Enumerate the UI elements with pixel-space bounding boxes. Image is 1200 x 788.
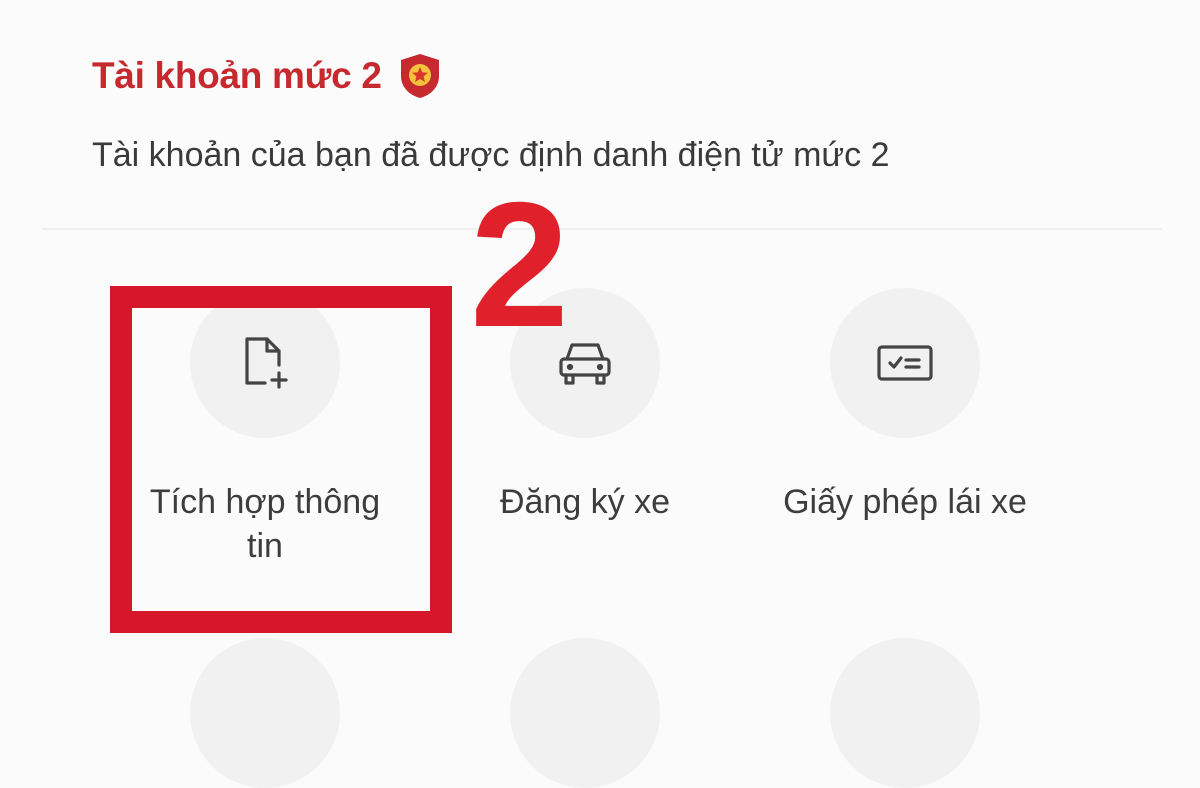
service-icon-circle-next-row[interactable] xyxy=(830,638,980,788)
service-icon-circle-next-row[interactable] xyxy=(190,638,340,788)
service-icon-circle xyxy=(830,288,980,438)
service-label: Giấy phép lái xe xyxy=(783,483,1027,521)
service-label: Đăng ký xe xyxy=(499,483,671,521)
service-label: Tích hợp thông tin xyxy=(149,483,381,565)
annotation-step-number: 2 xyxy=(470,165,569,364)
section-divider xyxy=(42,228,1162,230)
document-add-icon xyxy=(245,337,288,389)
shield-star-icon xyxy=(400,54,439,98)
service-tile-driving-license[interactable]: Giấy phép lái xe xyxy=(745,288,1065,524)
service-tile-integrate-info[interactable]: Tích hợp thông tin xyxy=(105,288,425,568)
account-level-title: Tài khoản mức 2 xyxy=(92,55,382,96)
service-icon-circle-next-row[interactable] xyxy=(510,638,660,788)
license-card-icon xyxy=(877,345,933,381)
service-icon-circle xyxy=(190,288,340,438)
account-level-header: Tài khoản mức 2 xyxy=(92,52,442,100)
